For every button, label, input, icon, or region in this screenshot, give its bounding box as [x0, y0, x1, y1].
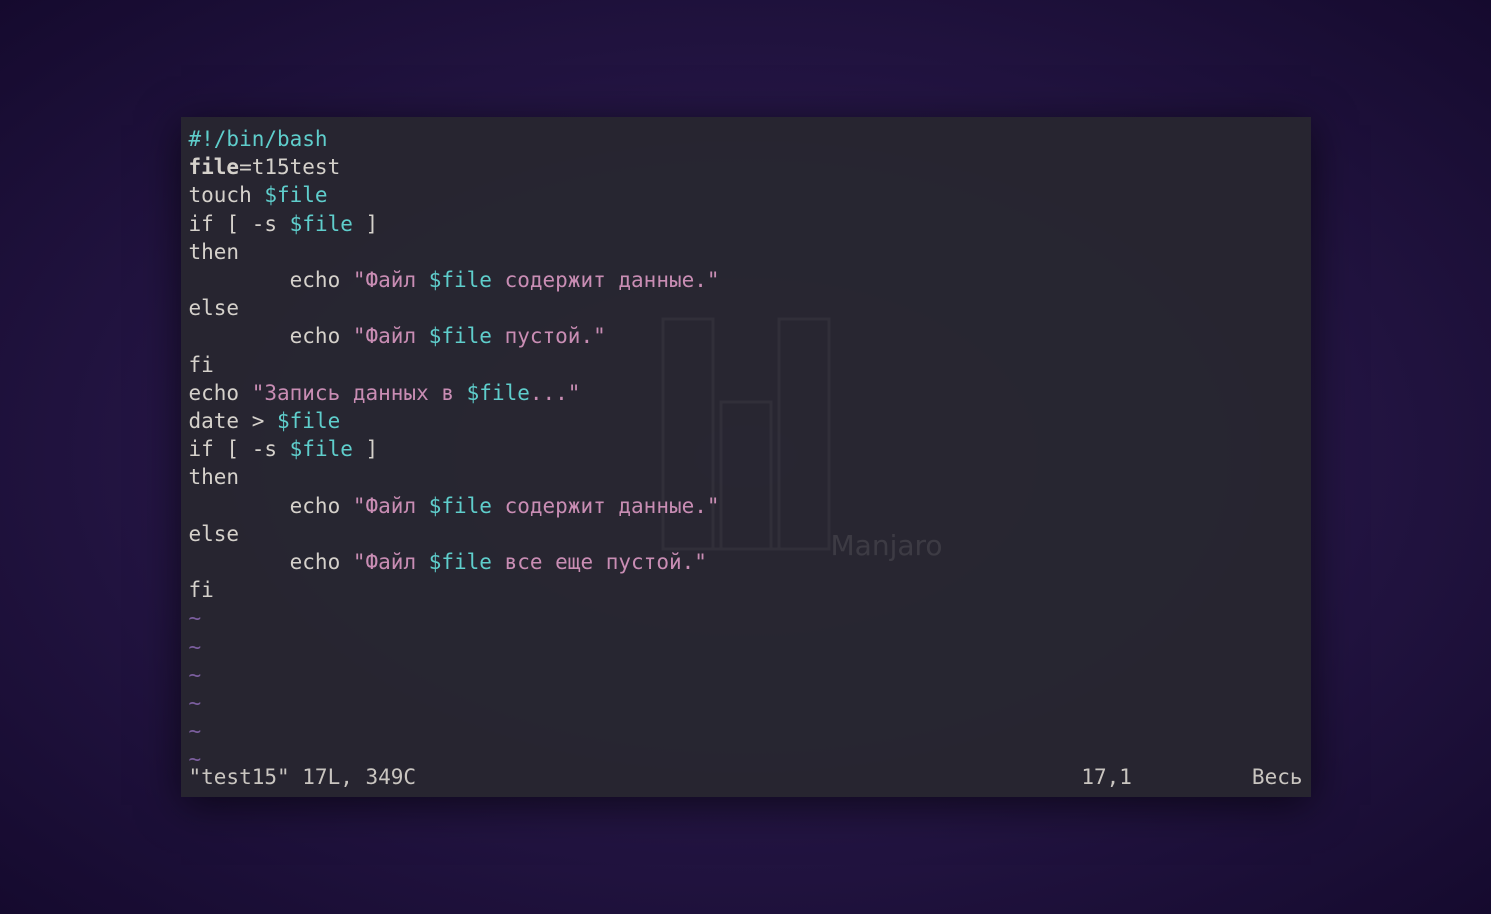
code-text: ] [353, 212, 378, 236]
code-text: touch [189, 183, 265, 207]
code-text: date > [189, 409, 278, 433]
vim-tilde: ~ [189, 635, 202, 659]
status-cursor-position: 17,1 [1081, 765, 1132, 789]
vim-tilde: ~ [189, 606, 202, 630]
vim-status-bar: "test15" 17L, 349C 17,1 Весь [189, 765, 1303, 789]
code-text: if [ -s [189, 437, 290, 461]
editor-content[interactable]: #!/bin/bash file=t15test touch $file if … [189, 125, 1303, 774]
terminal-window[interactable]: Manjaro #!/bin/bash file=t15test touch $… [181, 117, 1311, 797]
code-string: "Файл [353, 550, 429, 574]
code-text: if [ -s [189, 212, 290, 236]
code-string: "Файл [353, 268, 429, 292]
code-var: $file [429, 268, 492, 292]
code-text: fi [189, 578, 214, 602]
vim-tilde: ~ [189, 663, 202, 687]
code-string: ..." [530, 381, 581, 405]
code-string: "Файл [353, 494, 429, 518]
vim-tilde: ~ [189, 691, 202, 715]
code-var: $file [277, 409, 340, 433]
code-string: содержит данные." [492, 494, 720, 518]
code-text: then [189, 240, 240, 264]
code-var: $file [429, 550, 492, 574]
code-keyword-file: file [189, 155, 240, 179]
code-text: else [189, 296, 240, 320]
code-string: "Запись данных в [252, 381, 467, 405]
code-text: fi [189, 353, 214, 377]
code-text: echo [189, 381, 252, 405]
code-text: echo [189, 268, 353, 292]
status-scroll-indicator: Весь [1252, 765, 1303, 789]
code-var: $file [264, 183, 327, 207]
code-string: "Файл [353, 324, 429, 348]
code-var: $file [429, 324, 492, 348]
code-text: echo [189, 494, 353, 518]
code-var: $file [290, 437, 353, 461]
code-string: все еще пустой." [492, 550, 707, 574]
code-text: echo [189, 550, 353, 574]
code-shebang: #!/bin/bash [189, 127, 328, 151]
code-var: $file [429, 494, 492, 518]
code-string: пустой." [492, 324, 606, 348]
code-var: $file [467, 381, 530, 405]
code-text: echo [189, 324, 353, 348]
code-string: содержит данные." [492, 268, 720, 292]
code-var: $file [290, 212, 353, 236]
status-file-info: "test15" 17L, 349C [189, 765, 417, 789]
code-text: =t15test [239, 155, 340, 179]
code-text: then [189, 465, 240, 489]
vim-tilde: ~ [189, 719, 202, 743]
code-text: else [189, 522, 240, 546]
code-text: ] [353, 437, 378, 461]
